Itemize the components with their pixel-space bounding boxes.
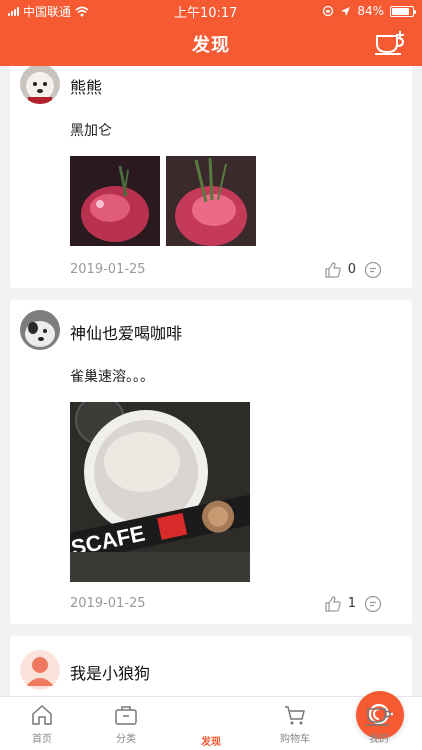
- post-date: 2019-01-25: [70, 596, 146, 611]
- post-date: 2019-01-25: [70, 262, 146, 277]
- post-text: 雀巢速溶。。。: [70, 369, 154, 385]
- page-title: 发现: [192, 35, 230, 56]
- tab-home[interactable]: 首页: [0, 703, 84, 745]
- like-thumb-icon[interactable]: [324, 595, 342, 613]
- post-card[interactable]: 熊熊 黑加仑 2019-01-25 0: [10, 66, 412, 288]
- orientation-lock-icon: [323, 5, 334, 17]
- tab-label: 我的: [369, 734, 389, 745]
- tab-label: 分类: [116, 734, 136, 745]
- avatar[interactable]: [20, 650, 60, 690]
- like-count: 0: [347, 262, 356, 277]
- battery-percent: 84%: [357, 4, 384, 18]
- comment-icon[interactable]: [364, 261, 382, 279]
- post-username[interactable]: 神仙也爱喝咖啡: [70, 320, 182, 344]
- tab-label: 首页: [32, 734, 52, 745]
- location-icon: [341, 6, 351, 16]
- post-username[interactable]: 我是小狼狗: [70, 660, 150, 684]
- avatar[interactable]: [20, 66, 60, 104]
- signal-icon: [8, 6, 19, 16]
- status-bar: 中国联通 上午10:17 84%: [0, 0, 422, 22]
- comment-icon[interactable]: [364, 595, 382, 613]
- category-icon: [115, 706, 137, 725]
- like-count: 1: [347, 596, 356, 611]
- post-photo[interactable]: [70, 156, 160, 246]
- tab-category[interactable]: 分类: [84, 703, 168, 745]
- add-post-cup-icon[interactable]: [374, 28, 408, 58]
- home-icon: [32, 704, 52, 725]
- tab-label: 购物车: [280, 734, 310, 745]
- profile-cup-icon: [366, 708, 391, 726]
- post-photo[interactable]: [166, 156, 256, 246]
- clock: 上午10:17: [173, 5, 238, 21]
- tab-discover[interactable]: 发现: [169, 691, 404, 748]
- post-card[interactable]: 神仙也爱喝咖啡 雀巢速溶。。。 SCAFE 2019-01-25 1: [10, 300, 412, 624]
- tab-cart[interactable]: 购物车: [253, 703, 337, 745]
- nav-bar: 发现: [0, 22, 422, 66]
- like-thumb-icon[interactable]: [324, 261, 342, 279]
- cart-icon: [285, 706, 305, 725]
- tab-profile[interactable]: 我的: [337, 703, 421, 745]
- battery-icon: [390, 5, 416, 17]
- tab-bar: 首页 分类 发现 购物车 我的: [0, 691, 422, 750]
- post-text: 黑加仑: [70, 123, 112, 139]
- tab-label: 发现: [201, 737, 221, 748]
- avatar[interactable]: [20, 310, 60, 350]
- post-photo[interactable]: SCAFE: [70, 402, 250, 582]
- top-bar: 中国联通 上午10:17 84% 发现: [0, 0, 422, 66]
- post-card[interactable]: 我是小狼狗: [10, 636, 412, 696]
- wifi-icon: [75, 6, 89, 16]
- post-username[interactable]: 熊熊: [70, 74, 102, 98]
- carrier-label: 中国联通: [23, 4, 72, 19]
- discover-feed[interactable]: 熊熊 黑加仑 2019-01-25 0 神仙也爱喝咖啡 雀巢速溶。。。 SCAF…: [0, 66, 422, 696]
